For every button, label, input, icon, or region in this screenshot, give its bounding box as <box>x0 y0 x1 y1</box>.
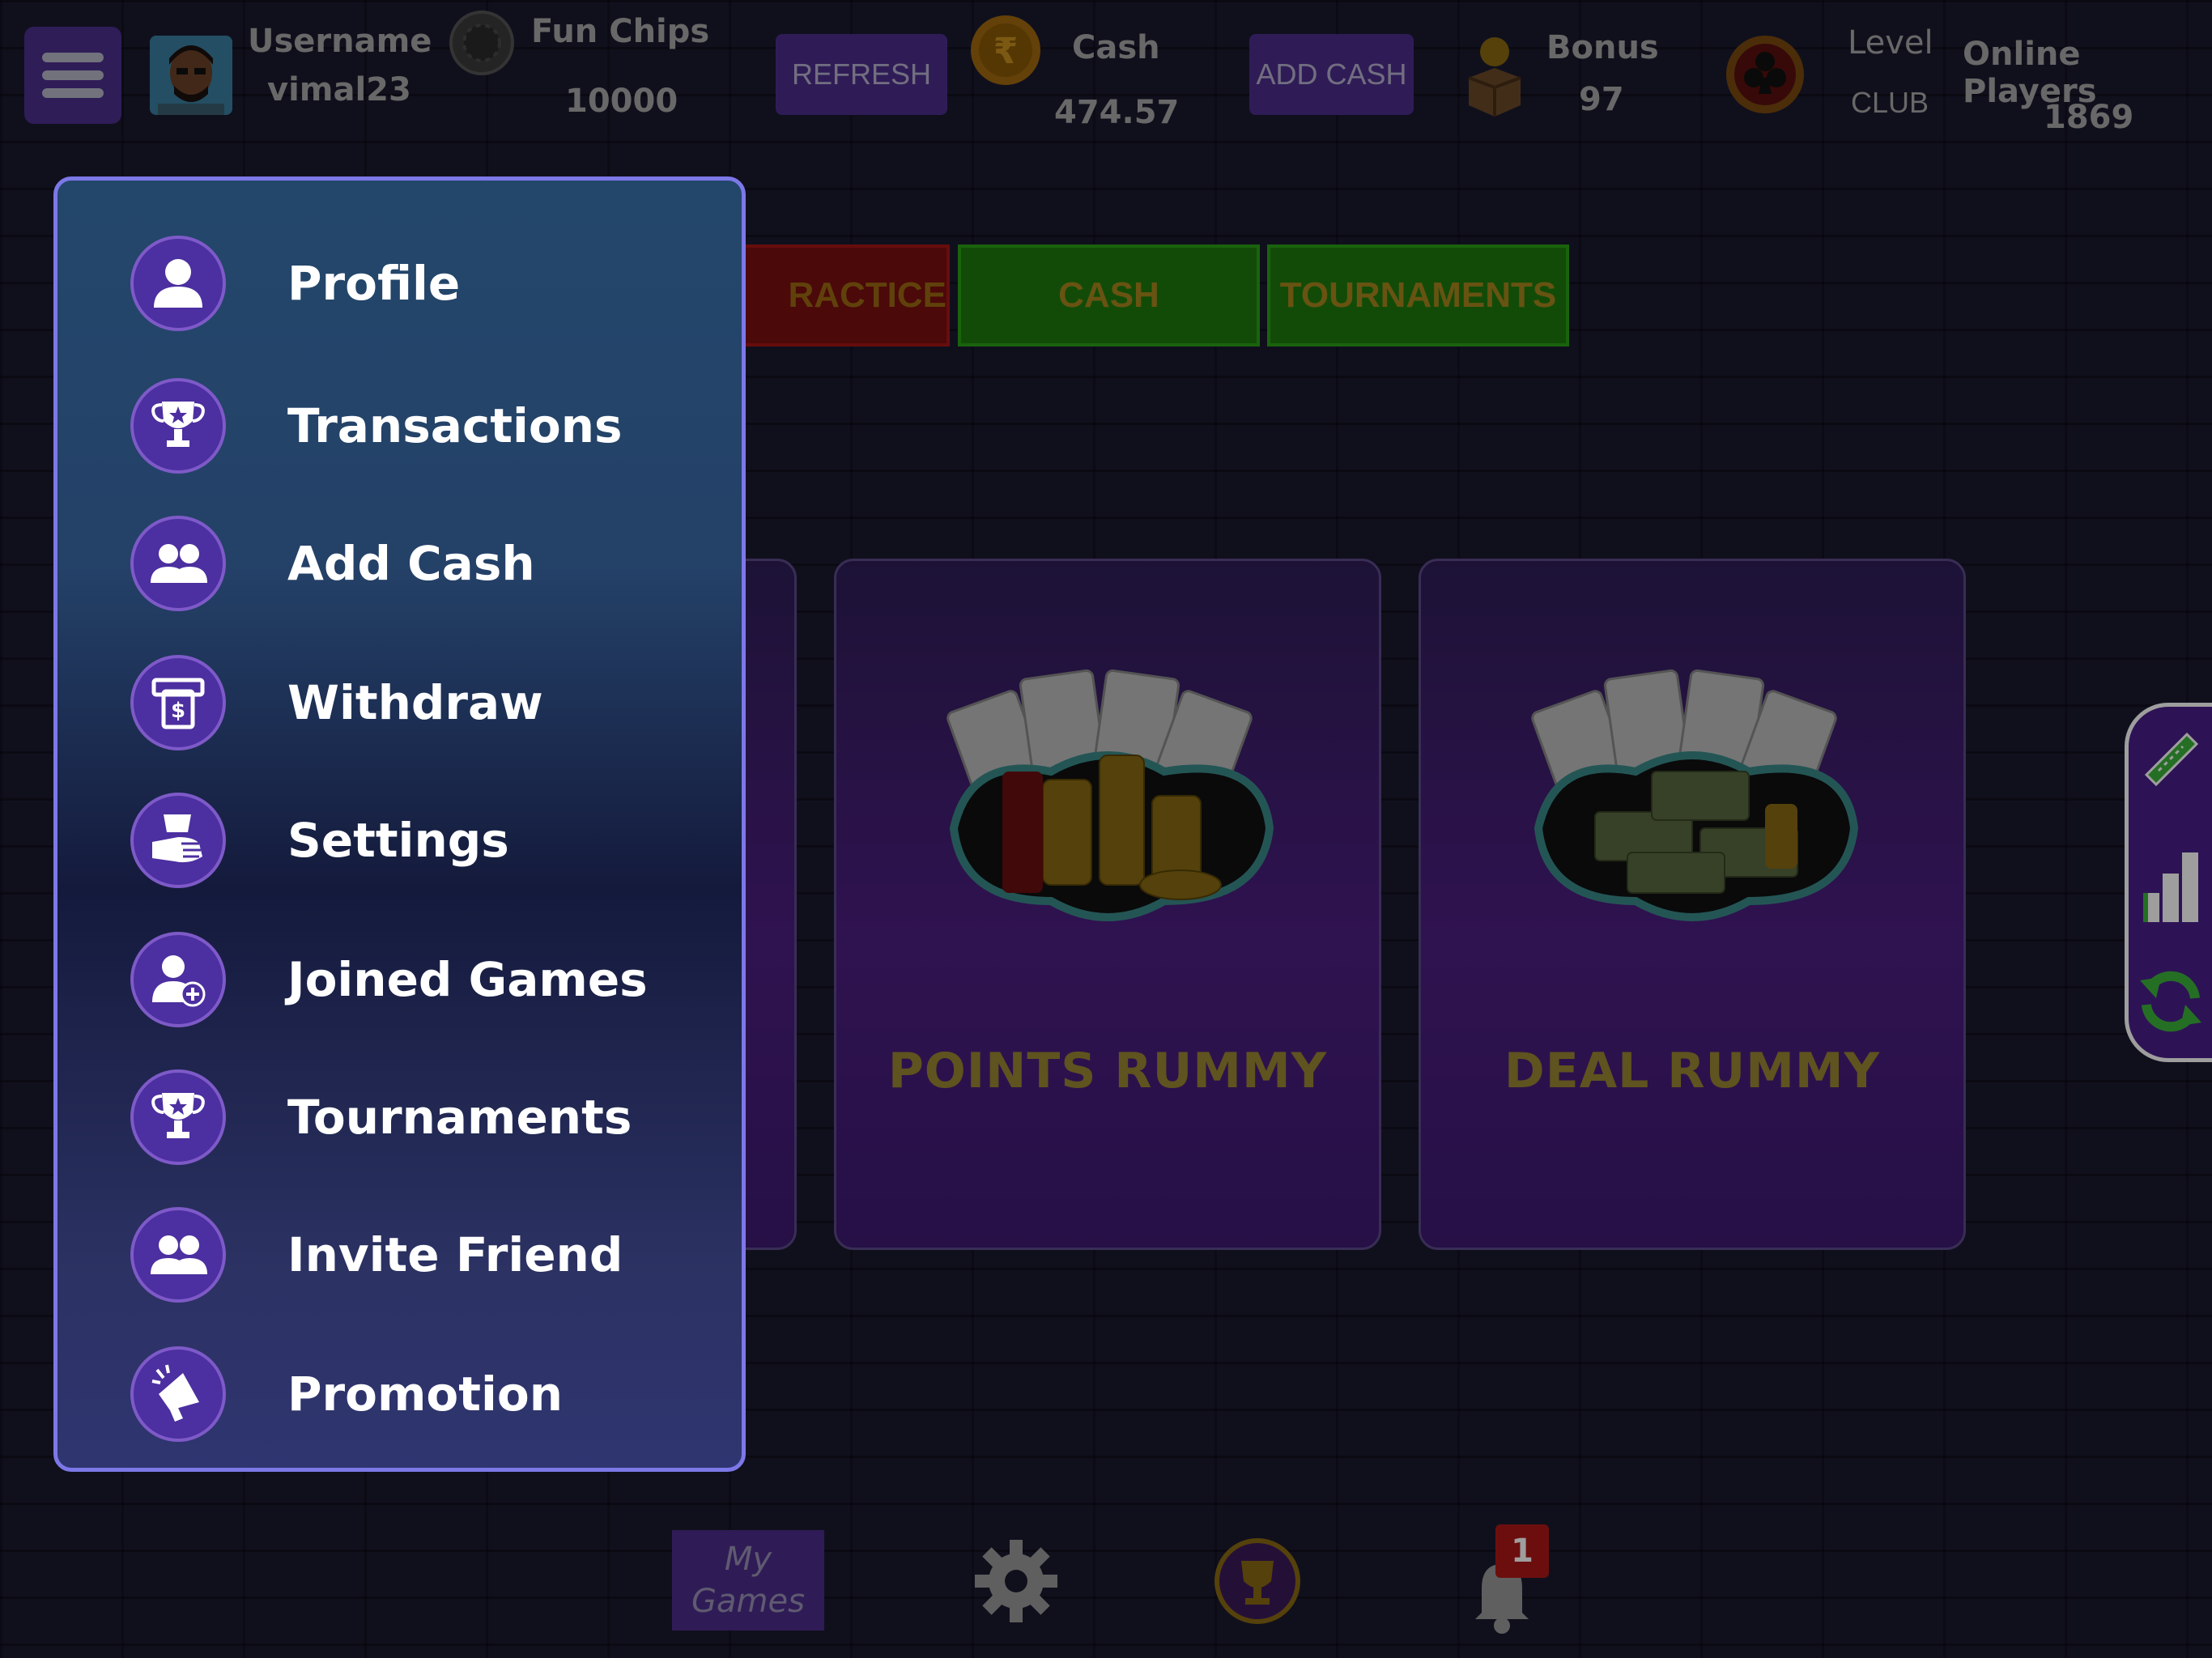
menu-label: Joined Games <box>287 952 648 1007</box>
menu-label: Tournaments <box>287 1090 632 1145</box>
menu-label: Settings <box>287 813 509 868</box>
users-icon <box>130 1207 226 1303</box>
menu-label: Promotion <box>287 1367 563 1422</box>
menu-item-withdraw[interactable]: $ Withdraw <box>130 650 713 755</box>
menu-item-joined-games[interactable]: Joined Games <box>130 927 713 1032</box>
menu-item-profile[interactable]: Profile <box>130 231 713 336</box>
menu-label: Transactions <box>287 398 623 453</box>
trophy-icon <box>130 1069 226 1165</box>
menu-item-tournaments[interactable]: Tournaments <box>130 1065 713 1170</box>
megaphone-icon <box>130 1346 226 1442</box>
menu-label: Profile <box>287 256 461 311</box>
menu-item-promotion[interactable]: Promotion <box>130 1341 713 1447</box>
trophy-icon <box>130 378 226 474</box>
user-plus-icon <box>130 932 226 1027</box>
atm-icon: $ <box>130 655 226 750</box>
side-menu-drawer: Profile Transactions Add Cash $ Withdraw… <box>53 176 746 1472</box>
users-icon <box>130 516 226 611</box>
menu-label: Withdraw <box>287 675 543 730</box>
hand-cash-icon <box>130 793 226 888</box>
menu-item-settings[interactable]: Settings <box>130 788 713 893</box>
svg-text:$: $ <box>171 699 185 723</box>
user-icon <box>130 236 226 331</box>
menu-label: Invite Friend <box>287 1227 623 1282</box>
menu-item-invite-friend[interactable]: Invite Friend <box>130 1202 713 1307</box>
menu-label: Add Cash <box>287 536 535 591</box>
menu-item-transactions[interactable]: Transactions <box>130 373 713 478</box>
menu-item-add-cash[interactable]: Add Cash <box>130 511 713 616</box>
